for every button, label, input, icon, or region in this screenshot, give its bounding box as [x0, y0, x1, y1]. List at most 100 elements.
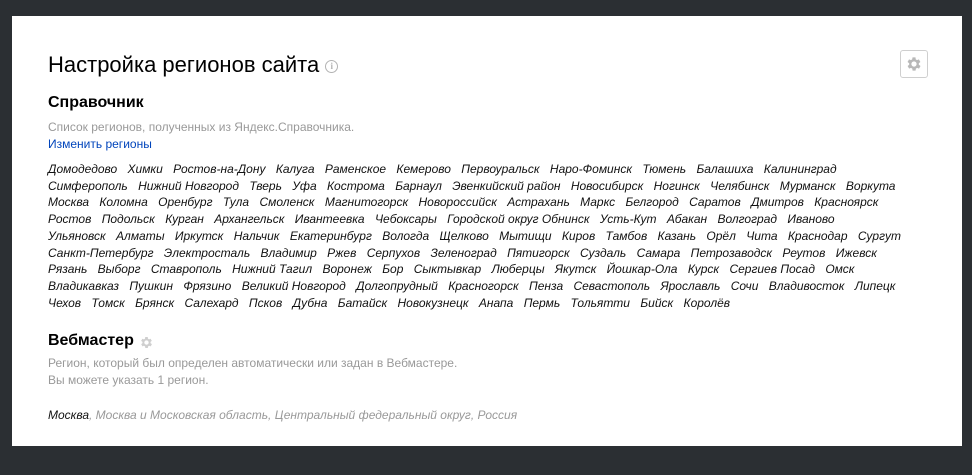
region-item: Волгоград [717, 212, 778, 227]
region-item: Красногорск [448, 278, 519, 293]
region-item: Челябинск [710, 178, 770, 193]
region-item: Ногинск [653, 178, 700, 193]
gear-icon [140, 336, 152, 348]
region-item: Москва [48, 195, 90, 210]
region-item: Омск [825, 262, 855, 277]
region-item: Суздаль [580, 245, 627, 260]
settings-button[interactable] [900, 50, 928, 78]
directory-section-title: Справочник [48, 94, 144, 111]
region-item: Краснодар [787, 228, 848, 243]
region-item: Калининград [763, 162, 837, 176]
region-item: Абакан [666, 212, 708, 227]
region-item: Коломна [99, 195, 148, 210]
region-item: Калуга [275, 162, 315, 176]
gear-icon [907, 57, 921, 71]
region-item: Липецк [854, 278, 896, 293]
regions-list: Домодедово Химки Ростов-на-Дону Калуга Р… [48, 161, 908, 311]
region-item: Тверь [249, 178, 282, 193]
webmaster-description-line2: Вы можете указать 1 регион. [48, 373, 209, 388]
region-item: Тула [222, 195, 250, 210]
region-item: Псков [248, 295, 283, 310]
region-item: Белгород [625, 195, 679, 210]
region-item: Пермь [523, 295, 561, 310]
region-item: Первоуральск [461, 162, 540, 176]
region-item: Смоленск [259, 195, 315, 210]
region-item: Чехов [48, 295, 82, 310]
region-item: Дубна [292, 295, 328, 310]
region-item: Брянск [135, 295, 175, 310]
page-title: Настройка регионов сайта [48, 52, 320, 77]
region-item: Магнитогорск [324, 195, 409, 210]
region-item: Самара [636, 245, 681, 260]
region-item: Ярославль [660, 278, 721, 293]
title-row: Настройка регионов сайта i [48, 51, 926, 79]
region-item: Ульяновск [48, 228, 106, 243]
region-item: Подольск [101, 212, 155, 227]
region-item: Ржев [327, 245, 357, 260]
region-item: Сочи [730, 278, 759, 293]
region-item: Якутск [554, 262, 597, 277]
region-item: Бор [382, 262, 404, 277]
region-item: Нижний Тагил [232, 262, 313, 277]
region-item: Выборг [97, 262, 141, 277]
region-item: Тамбов [605, 228, 648, 243]
webmaster-region-main: Москва [48, 408, 90, 423]
region-item: Ижевск [835, 245, 877, 260]
region-item: Красноярск [814, 195, 879, 210]
region-item: Петрозаводск [690, 245, 773, 260]
region-item: Владикавказ [48, 278, 120, 293]
region-item: Воронеж [322, 262, 372, 277]
region-item: Сергиев Посад [729, 262, 815, 277]
region-item: Люберцы [491, 262, 545, 277]
region-item: Тольятти [570, 295, 630, 310]
region-item: Ростов [48, 212, 92, 227]
webmaster-description-line1: Регион, который был определен автоматиче… [48, 356, 458, 371]
region-item: Эвенкийский район [452, 178, 561, 193]
region-item: Маркс [580, 195, 616, 210]
region-item: Кемерово [396, 162, 451, 176]
region-item: Алматы [116, 228, 165, 243]
region-settings-card: Настройка регионов сайта i Справочник Сп… [12, 16, 962, 446]
region-item: Курск [687, 262, 720, 277]
info-icon[interactable]: i [325, 60, 339, 73]
region-item: Оренбург [158, 195, 213, 210]
webmaster-description: Регион, который был определен автоматиче… [48, 355, 926, 389]
region-item: Салехард [184, 295, 239, 310]
region-item: Серпухов [366, 245, 421, 260]
region-item: Городской округ Обнинск [447, 212, 590, 227]
region-item: Ростов-на-Дону [173, 162, 266, 176]
region-item: Наро-Фоминск [549, 162, 632, 176]
region-item: Орёл [706, 228, 736, 243]
region-item: Кострома [326, 178, 385, 193]
region-item: Йошкар-Ола [606, 262, 678, 277]
region-item: Зеленоград [430, 245, 497, 260]
region-item: Чита [746, 228, 778, 243]
webmaster-region: Москва, Москва и Московская область, Цен… [48, 407, 926, 423]
region-item: Ивантеевка [294, 212, 365, 227]
region-item: Балашиха [696, 162, 754, 176]
region-item: Киров [561, 228, 596, 243]
region-item: Екатеринбург [289, 228, 372, 243]
region-item: Чебоксары [374, 212, 437, 227]
webmaster-region-hierarchy: , Москва и Московская область, Центральн… [89, 408, 518, 423]
change-regions-link[interactable]: Изменить регионы [48, 136, 152, 152]
region-item: Фрязино [183, 278, 232, 293]
region-item: Электросталь [163, 245, 251, 260]
region-item: Уфа [292, 178, 317, 193]
region-item: Бийск [640, 295, 674, 310]
region-item: Новокузнецк [397, 295, 469, 310]
region-item: Нижний Новгород [138, 178, 239, 193]
webmaster-header: Вебмастер [48, 331, 926, 351]
region-item: Анапа [478, 295, 514, 310]
region-item: Иваново [787, 212, 835, 227]
region-item: Вологда [382, 228, 430, 243]
region-item: Раменское [324, 162, 387, 176]
region-item: Рязань [48, 262, 88, 277]
region-item: Севастополь [573, 278, 651, 293]
region-item: Саратов [689, 195, 741, 210]
region-item: Томск [91, 295, 125, 310]
region-item: Великий Новгород [241, 278, 346, 293]
region-item: Воркута [845, 178, 896, 193]
region-item: Пятигорск [507, 245, 570, 260]
region-item: Новосибирск [570, 178, 644, 193]
